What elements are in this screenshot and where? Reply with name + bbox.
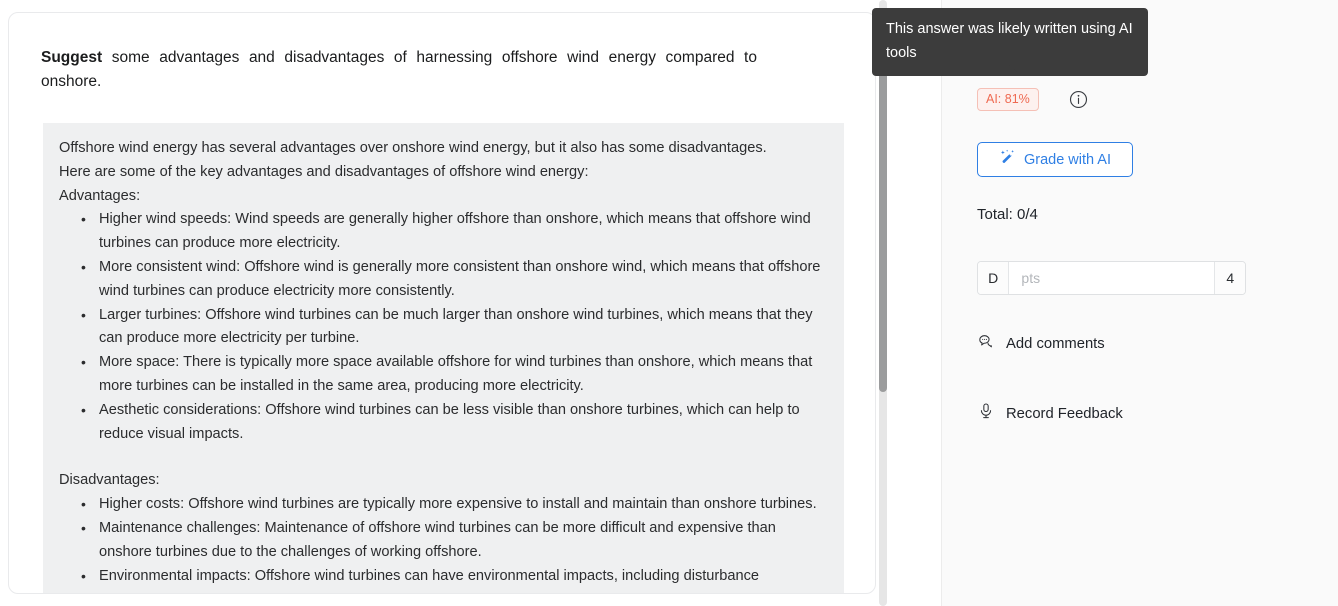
disadvantages-heading: Disadvantages: [59,472,160,489]
add-comments-label: Add comments [1006,335,1105,352]
list-item: More space: There is typically more spac… [81,351,826,399]
comment-bubble-icon [977,332,995,355]
points-max-label: 4 [1214,262,1245,294]
points-input-group: D 4 [977,261,1246,295]
answer-card: Suggest some advantages and disadvantage… [8,12,876,594]
tooltip-arrow-icon [1008,64,1028,73]
add-comments-button[interactable]: Add comments [977,332,1105,355]
advantages-list: Higher wind speeds: Wind speeds are gene… [59,208,826,446]
list-item: Environmental impacts: Offshore wind tur… [81,565,826,589]
grade-with-ai-button[interactable]: Grade with AI [977,142,1133,177]
answer-pane: Suggest some advantages and disadvantage… [0,0,942,606]
record-feedback-button[interactable]: Record Feedback [977,402,1123,425]
question-prompt: Suggest some advantages and disadvantage… [41,46,757,94]
ai-score-badge[interactable]: AI: 81% [977,88,1039,111]
grade-button-label: Grade with AI [1023,151,1112,168]
magic-wand-icon [999,149,1016,170]
grading-screen: Suggest some advantages and disadvantage… [0,0,1338,606]
points-input[interactable] [1009,262,1215,294]
list-item: Larger turbines: Offshore wind turbines … [81,304,826,352]
total-score-text: Total: 0/4 [977,206,1038,223]
list-item: Maintenance challenges: Maintenance of o… [81,517,826,565]
grading-sidebar: Attempted AI: 81% G [942,0,1338,606]
info-icon[interactable] [1069,90,1088,109]
question-lead-word: Suggest [41,49,103,66]
advantages-heading: Advantages: [59,187,141,204]
question-rest: some advantages and disadvantages of har… [41,49,757,90]
list-item: Higher wind speeds: Wind speeds are gene… [81,208,826,256]
disadvantages-list: Higher costs: Offshore wind turbines are… [59,493,826,588]
points-prefix-label: D [978,262,1010,294]
record-feedback-label: Record Feedback [1006,405,1123,422]
answer-intro-line-2: Here are some of the key advantages and … [59,163,589,180]
ai-detection-row: AI: 81% [977,88,1088,111]
answer-intro-line-1: Offshore wind energy has several advanta… [59,140,767,156]
list-item: Higher costs: Offshore wind turbines are… [81,493,826,517]
microphone-icon [977,402,995,425]
list-item: More consistent wind: Offshore wind is g… [81,256,826,304]
student-answer-box: Offshore wind energy has several advanta… [43,123,844,593]
list-item: Aesthetic considerations: Offshore wind … [81,399,826,447]
